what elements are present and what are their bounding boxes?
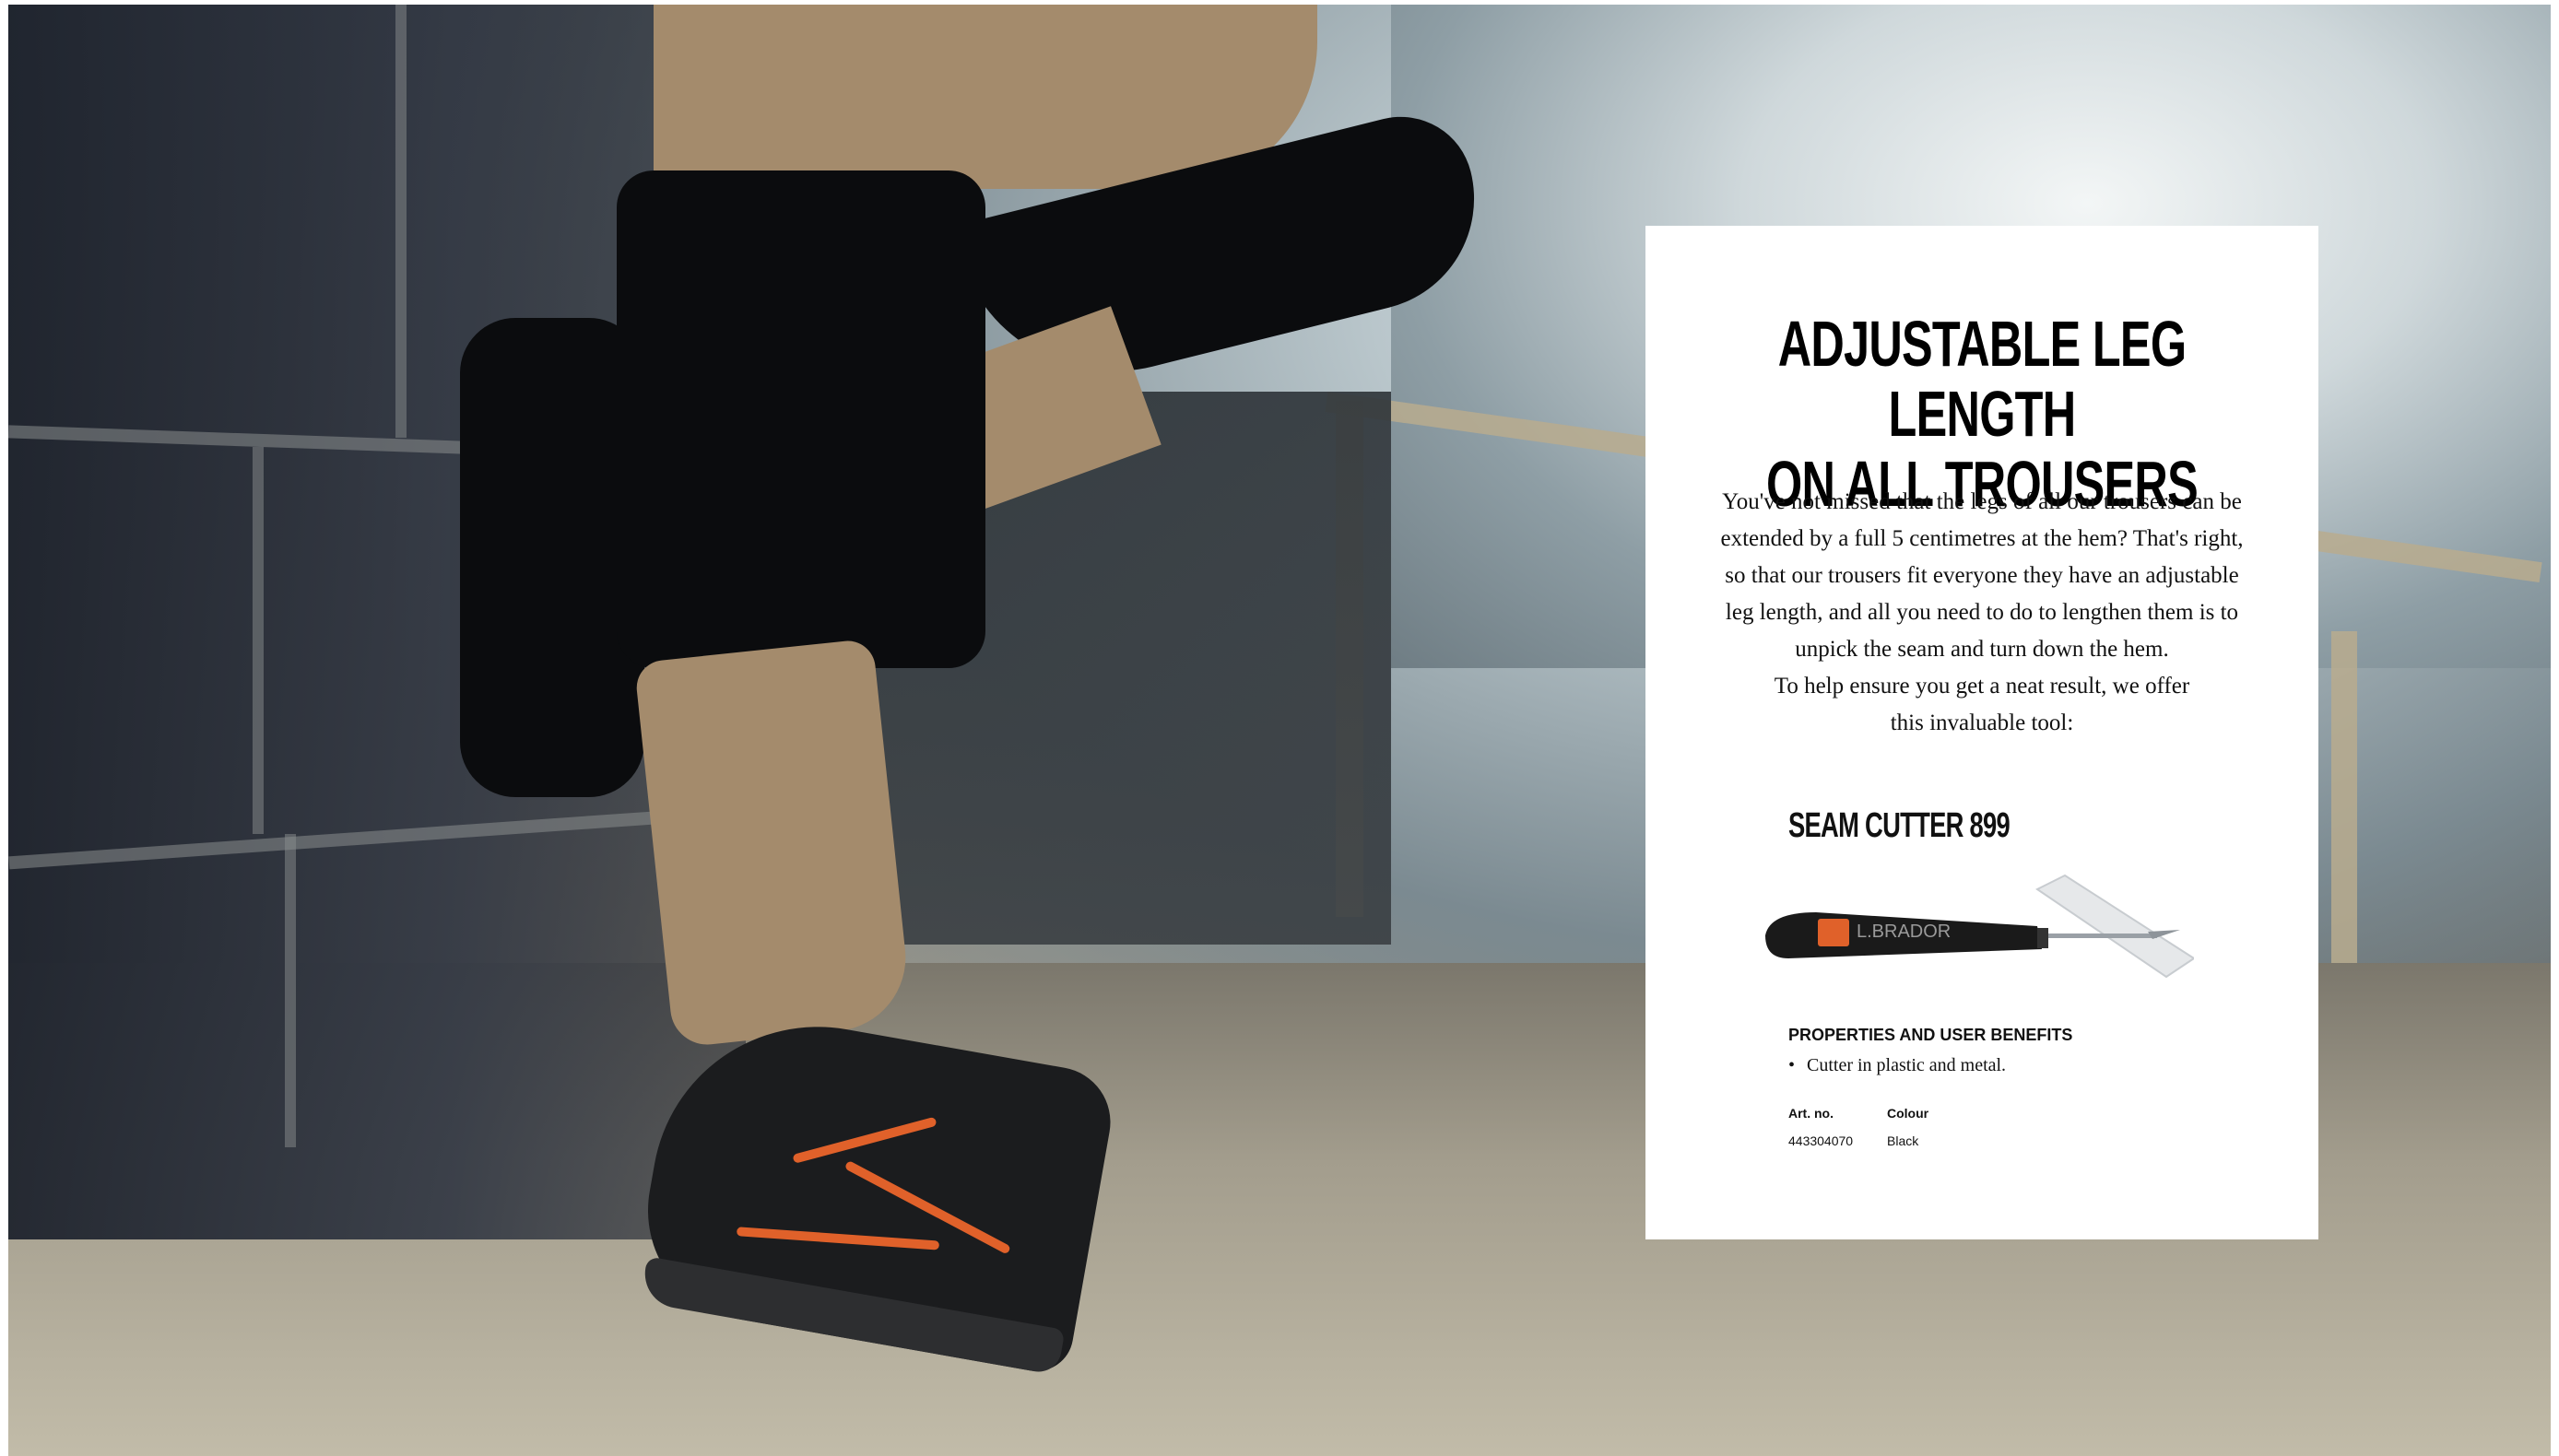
body-line: this invaluable tool: — [1890, 710, 2074, 735]
seam-cutter-image: L.BRADOR — [1765, 874, 2194, 979]
trouser-shin-tan — [633, 638, 914, 1049]
properties-list: Cutter in plastic and metal. — [1788, 1055, 2006, 1076]
info-card: ADJUSTABLE LEG LENGTH ON ALL TROUSERS Yo… — [1645, 226, 2318, 1239]
body-line: leg length, and all you need to do to le… — [1725, 600, 2239, 625]
body-line: You've not missed that the legs of all o… — [1722, 489, 2242, 514]
card-body: You've not missed that the legs of all o… — [1692, 484, 2272, 742]
art-no-value: 443304070 — [1788, 1133, 1854, 1148]
art-no-spec: Art. no. 443304070 — [1788, 1106, 1853, 1148]
properties-heading: PROPERTIES AND USER BENEFITS — [1788, 1026, 2073, 1044]
colour-value: Black — [1887, 1133, 1919, 1148]
colour-label: Colour — [1887, 1106, 1929, 1121]
product-name: SEAM CUTTER 899 — [1788, 806, 2011, 845]
body-line: extended by a full 5 centimetres at the … — [1720, 526, 2244, 551]
catalog-page: ADJUSTABLE LEG LENGTH ON ALL TROUSERS Yo… — [0, 0, 2559, 1456]
body-line: so that our trousers fit everyone they h… — [1725, 563, 2239, 588]
art-no-label: Art. no. — [1788, 1106, 1834, 1121]
property-item: Cutter in plastic and metal. — [1788, 1055, 2006, 1076]
tool-brand-logo: L.BRADOR — [1857, 922, 1951, 942]
colour-spec: Colour Black — [1887, 1106, 1928, 1148]
card-title-line-1: ADJUSTABLE LEG LENGTH — [1777, 308, 2187, 450]
trouser-leg-black — [617, 170, 985, 668]
body-line: To help ensure you get a neat result, we… — [1774, 674, 2190, 699]
body-line: unpick the seam and turn down the hem. — [1795, 637, 2169, 662]
